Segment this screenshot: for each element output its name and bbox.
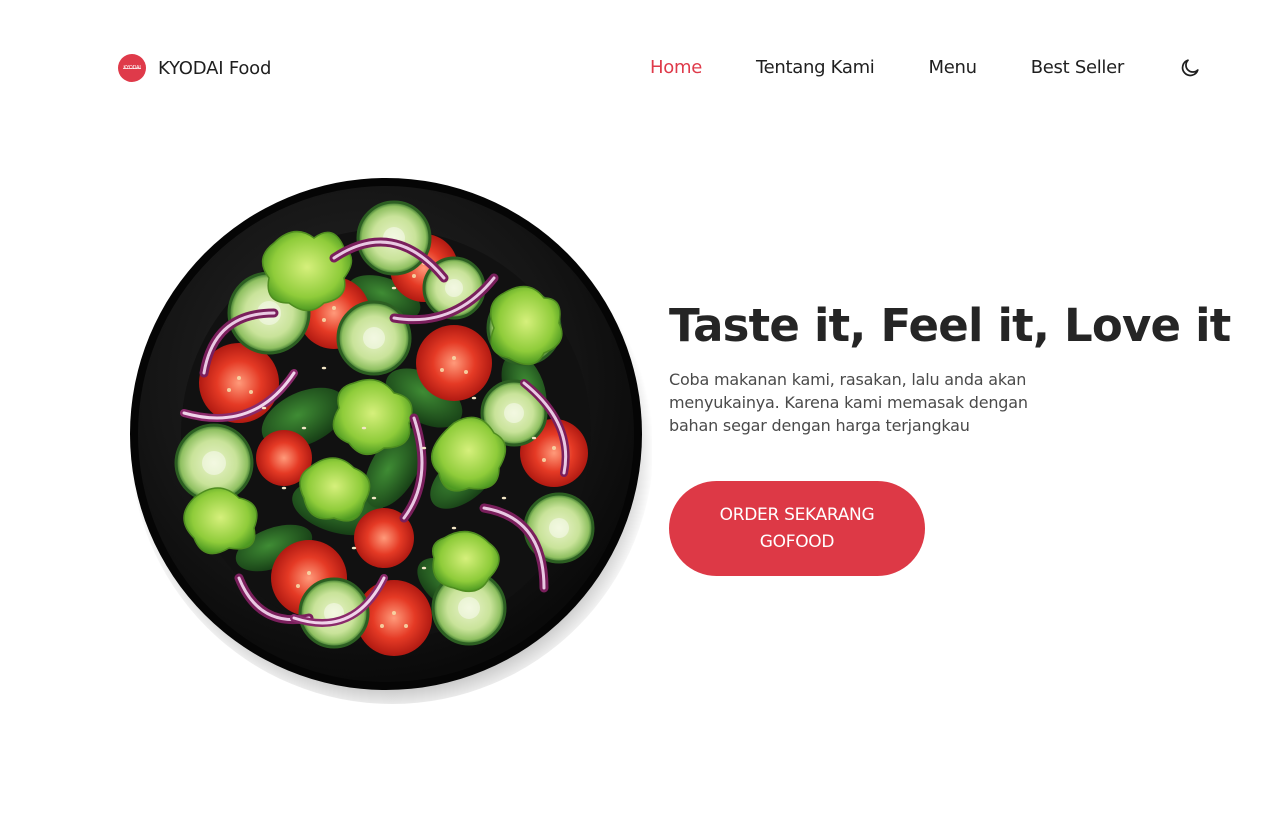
brand-link[interactable]: KYODAI KYODAI Food — [118, 54, 271, 82]
brand-name: KYODAI Food — [158, 57, 272, 79]
site-header: KYODAI KYODAI Food Home Tentang Kami Men… — [0, 0, 1280, 136]
nav-item-home[interactable]: Home — [650, 55, 702, 81]
hero-description: Coba makanan kami, rasakan, lalu anda ak… — [669, 370, 1028, 435]
nav-item-menu[interactable]: Menu — [929, 55, 978, 81]
hero-section: Taste it, Feel it, Love it Coba makanan … — [669, 296, 1231, 576]
cta-label-line2: GOFOOD — [759, 531, 835, 552]
salad-bowl-image — [124, 168, 654, 704]
moon-icon — [1181, 59, 1199, 77]
order-gofood-button[interactable]: ORDER SEKARANG GOFOOD — [669, 481, 925, 576]
main-nav: Home Tentang Kami Menu Best Seller — [650, 55, 1124, 81]
brand-logo-icon: KYODAI — [118, 54, 146, 82]
nav-item-best-seller[interactable]: Best Seller — [1031, 55, 1125, 81]
landing-page: KYODAI KYODAI Food Home Tentang Kami Men… — [0, 0, 1280, 832]
cta-label-line1: ORDER SEKARANG — [719, 504, 875, 525]
hero-title: Taste it, Feel it, Love it — [669, 299, 1231, 352]
theme-toggle-button[interactable] — [1177, 55, 1203, 81]
nav-item-tentang-kami[interactable]: Tentang Kami — [756, 55, 875, 81]
